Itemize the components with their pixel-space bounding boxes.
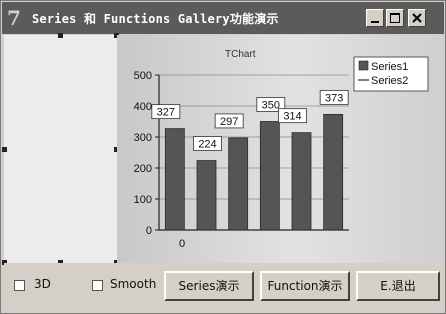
y-tick-label: 200 [134,163,152,175]
data-label: 297 [220,116,238,128]
data-label: 224 [198,139,216,151]
resize-handle[interactable] [2,147,7,152]
maximize-button[interactable] [386,9,404,27]
bar[interactable] [291,132,312,231]
legend-label-series1: Series1 [371,61,408,73]
y-tick-label: 500 [134,70,152,82]
series-demo-button[interactable]: Series演示 [164,271,254,301]
close-button[interactable] [408,9,426,27]
checkbox-smooth[interactable] [92,280,103,291]
main-window: 7 Series 和 Functions Gallery功能演示 TChart … [0,0,446,314]
data-label: 327 [157,107,175,119]
chart-title: TChart [225,49,256,60]
y-tick-label: 0 [146,225,152,237]
control-bar: 3D Smooth Series演示 Function演示 E.退出 [4,263,444,312]
exit-button[interactable]: E.退出 [356,271,440,301]
app-icon: 7 [7,6,21,30]
y-tick-label: 400 [134,101,152,113]
data-label: 314 [283,111,301,123]
title-bar[interactable]: 7 Series 和 Functions Gallery功能演示 [2,2,444,34]
x-tick-label: 0 [179,238,185,250]
window-title: Series 和 Functions Gallery功能演示 [32,12,279,26]
function-demo-button[interactable]: Function演示 [260,271,350,301]
legend-label-series2: Series2 [371,75,408,87]
legend-swatch-series1 [358,60,369,71]
close-icon [412,13,422,23]
checkbox-3d-label: 3D [34,277,51,291]
bar[interactable] [164,128,185,231]
tchart-panel[interactable]: TChart 0 100 200 300 400 500 0 327 224 297 350 314 3… [117,35,444,263]
bar[interactable] [196,160,217,231]
data-label: 350 [262,100,280,112]
resize-handle[interactable] [58,33,63,38]
design-panel[interactable] [2,33,119,265]
checkbox-smooth-label: Smooth [110,277,157,291]
bar[interactable] [259,121,280,231]
bar[interactable] [228,137,249,231]
minimize-icon [371,21,379,23]
y-tick-label: 300 [134,132,152,144]
bar-chart: TChart 0 100 200 300 400 500 0 327 224 297 350314 3… [134,49,429,250]
minimize-button[interactable] [366,9,384,27]
data-label: 373 [325,92,343,104]
client-area: TChart 0 100 200 300 400 500 0 327 224 297 350 314 3… [2,33,444,312]
bar[interactable] [323,113,344,231]
maximize-icon [390,13,400,23]
y-tick-label: 100 [134,194,152,206]
chart-legend: Series1 Series2 [353,56,429,92]
checkbox-3d[interactable] [14,280,25,291]
plot-area: 0 100 200 300 400 500 0 327 224 297 350314 373 [134,70,349,250]
